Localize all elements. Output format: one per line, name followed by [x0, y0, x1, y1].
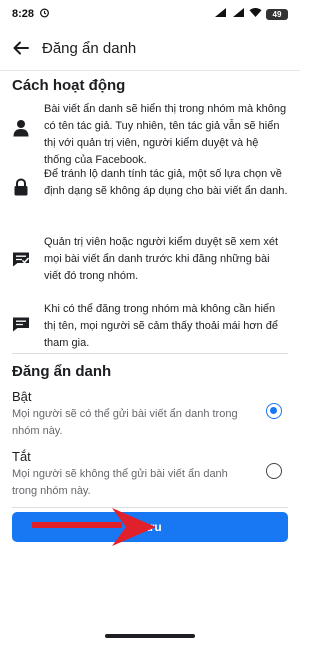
info-item-text: Khi có thể đăng trong nhóm mà không cần …	[44, 303, 278, 349]
status-time: 8:28	[12, 8, 35, 20]
option-on[interactable]: Bật Mọi người sẽ có thể gửi bài viết ẩn …	[12, 389, 288, 440]
radio-on[interactable]	[266, 403, 282, 419]
battery-icon: 49	[266, 8, 288, 20]
status-bar: 8:28 49	[0, 0, 300, 28]
option-off-label: Tắt	[12, 449, 31, 464]
save-button[interactable]: Lưu	[12, 512, 288, 542]
alarm-icon	[39, 7, 50, 21]
divider	[12, 353, 288, 354]
info-item-text: Bài viết ẩn danh sẽ hiển thị trong nhóm …	[44, 103, 287, 166]
signal-icon-2	[231, 7, 245, 21]
divider	[12, 507, 288, 508]
option-on-label: Bật	[12, 389, 32, 404]
option-on-description: Mọi người sẽ có thể gửi bài viết ẩn danh…	[12, 408, 238, 437]
person-icon	[10, 117, 32, 139]
page-title: Đăng ẩn danh	[42, 39, 137, 57]
anonymous-posting-title: Đăng ẩn danh	[12, 363, 112, 380]
status-icons: 49	[213, 7, 288, 21]
signal-icon	[213, 7, 227, 21]
wifi-icon	[249, 7, 262, 21]
how-it-works-title: Cách hoạt động	[12, 77, 126, 94]
comment-icon	[10, 313, 32, 335]
info-item-text: Để tránh lộ danh tính tác giả, một số lự…	[44, 168, 288, 197]
home-indicator[interactable]	[105, 634, 195, 638]
lock-icon	[10, 176, 32, 198]
header: Đăng ẩn danh	[0, 28, 300, 68]
radio-off[interactable]	[266, 463, 282, 479]
back-arrow-icon[interactable]	[10, 37, 32, 59]
info-item-text: Quản trị viên hoặc người kiểm duyệt sẽ x…	[44, 236, 279, 282]
review-icon	[10, 248, 32, 270]
option-off[interactable]: Tắt Mọi người sẽ không thể gửi bài viết …	[12, 449, 288, 500]
option-off-description: Mọi người sẽ không thể gửi bài viết ẩn d…	[12, 468, 228, 497]
